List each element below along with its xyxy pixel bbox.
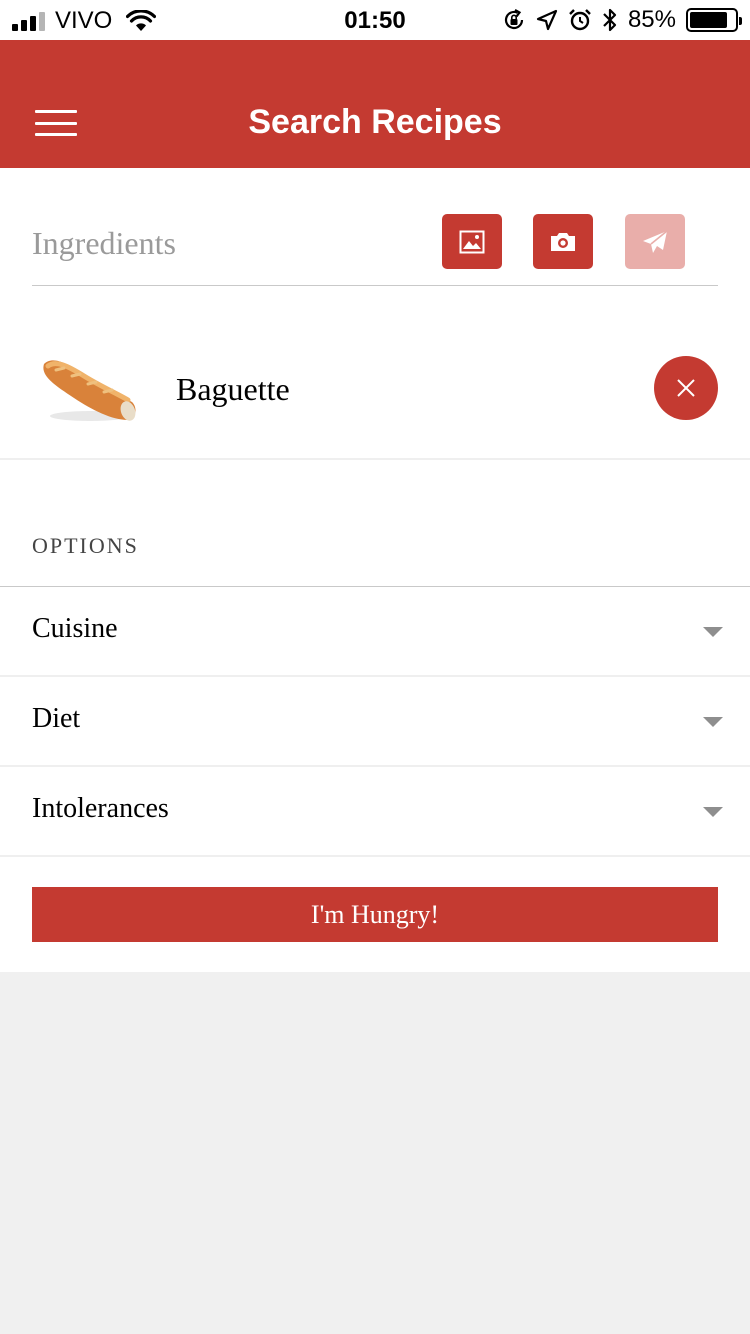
rotation-lock-icon	[504, 9, 524, 30]
im-hungry-button[interactable]: I'm Hungry!	[32, 887, 718, 942]
image-gallery-icon	[459, 230, 485, 253]
paper-plane-send-icon	[643, 229, 668, 253]
close-icon	[677, 379, 695, 397]
options-section-label: OPTIONS	[32, 533, 139, 558]
remove-ingredient-button[interactable]	[654, 356, 718, 420]
status-bar: VIVO 01:50 85%	[0, 0, 750, 40]
camera-icon	[551, 232, 575, 251]
intolerances-dropdown[interactable]: Intolerances	[0, 767, 750, 857]
status-right: 85%	[502, 6, 742, 34]
page-title: Search Recipes	[248, 103, 502, 141]
diet-dropdown[interactable]: Diet	[0, 677, 750, 767]
option-label: Intolerances	[32, 793, 169, 824]
ingredients-input-row	[32, 168, 718, 286]
battery-icon	[686, 8, 742, 32]
cuisine-dropdown[interactable]: Cuisine	[0, 587, 750, 677]
ingredients-input[interactable]	[32, 218, 412, 268]
battery-fill	[690, 12, 728, 28]
bluetooth-icon	[603, 8, 617, 32]
option-label: Cuisine	[32, 613, 118, 644]
camera-button[interactable]	[533, 214, 593, 269]
chevron-down-icon	[703, 807, 723, 817]
search-form: Baguette OPTIONS Cuisine Diet Intoleranc…	[0, 168, 750, 972]
location-arrow-icon	[536, 9, 558, 31]
ingredient-name: Baguette	[176, 371, 290, 407]
options-list: Cuisine Diet Intolerances	[0, 586, 750, 857]
option-label: Diet	[32, 703, 81, 734]
chevron-down-icon	[703, 717, 723, 727]
baguette-bread-image	[32, 336, 144, 436]
gallery-button[interactable]	[442, 214, 502, 269]
alarm-clock-icon	[569, 9, 591, 31]
battery-percent: 85%	[627, 6, 676, 33]
app-header: Search Recipes	[0, 40, 750, 168]
chevron-down-icon	[703, 627, 723, 637]
ingredient-list-item: Baguette	[0, 336, 750, 460]
send-button[interactable]	[625, 214, 685, 269]
